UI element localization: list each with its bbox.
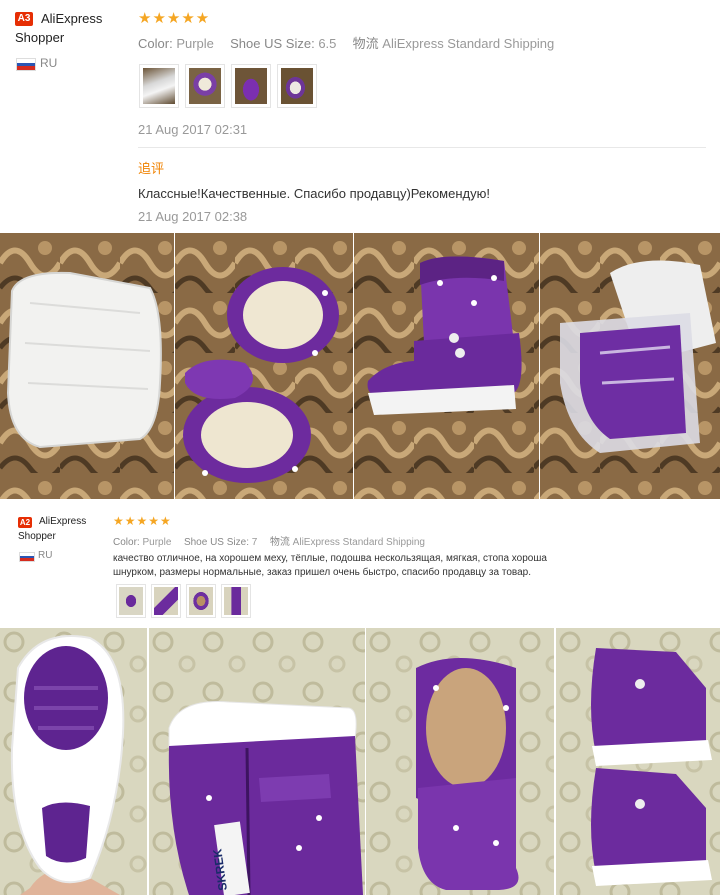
size-value: 7 [251,537,258,548]
review-photo-boot-side[interactable] [354,233,539,499]
review-text-line: шнурком, размеры нормальные, заказ прише… [113,567,531,578]
user-name-line2[interactable]: Shopper [18,531,56,542]
shipping-value: AliExpress Standard Shipping [292,537,425,548]
rating-stars: ★★★★★ [138,10,211,27]
color-label: Color: [138,36,173,51]
photo-thumbnail[interactable] [231,64,271,108]
review-text: качество отличное, на хорошем меху, тёпл… [113,552,557,580]
review-photo-packaged-boot[interactable] [0,233,174,499]
photo-thumbnail[interactable] [139,64,179,108]
review-photo-boots-fur-lining[interactable] [175,233,353,499]
order-info: Color: Purple Shoe US Size: 7 物流 AliExpr… [113,533,425,548]
russia-flag-icon [16,58,36,71]
review-1: A3 AliExpress Shopper RU ★★★★★ Color: Pu… [0,0,720,232]
size-value: 6.5 [318,36,337,51]
photo-thumbnail[interactable] [185,64,225,108]
shipping-value: AliExpress Standard Shipping [382,36,555,51]
divider [138,147,706,148]
user-name-line1[interactable]: AliExpress [41,11,102,26]
user-level-badge: A3 [15,12,33,26]
russia-flag-icon [19,552,35,562]
review-photo-fur-inside[interactable] [366,628,554,895]
review-text-line: качество отличное, на хорошем меху, тёпл… [113,553,547,564]
shipping-label: 物流 [269,537,290,548]
photo-thumbnail[interactable] [221,584,251,618]
size-label: Shoe US Size: [183,537,249,548]
size-label: Shoe US Size: [230,36,315,51]
order-info: Color: Purple Shoe US Size: 6.5 物流 AliEx… [138,33,554,52]
review-2: A2 AliExpress Shopper RU ★★★★★ Color: Pu… [0,500,720,627]
review-photo-boot-zipper[interactable]: SKREK [149,628,365,895]
followup-date: 21 Aug 2017 02:38 [138,209,248,224]
shipping-label: 物流 [352,36,379,51]
color-value: Purple [142,537,172,548]
review-photo-sole[interactable] [0,628,147,895]
photo-thumbnail[interactable] [277,64,317,108]
color-label: Color: [113,537,140,548]
followup-text: Классные!Качественные. Спасибо продавцу)… [138,186,490,201]
user-name-line1[interactable]: AliExpress [39,516,86,527]
photo-thumbnail[interactable] [186,584,216,618]
photo-thumbnail[interactable] [116,584,146,618]
color-value: Purple [176,36,214,51]
review-date: 21 Aug 2017 02:31 [138,122,248,137]
user-country: RU [38,550,53,561]
user-name-line2[interactable]: Shopper [15,30,64,45]
rating-stars: ★★★★★ [113,514,172,528]
followup-label: 追评 [138,161,165,176]
user-level-badge: A2 [18,517,32,528]
review-photo-pair-side[interactable] [556,628,720,895]
user-country: RU [40,56,58,70]
review-photo-boot-in-bag[interactable] [540,233,720,499]
photo-thumbnail[interactable] [151,584,181,618]
